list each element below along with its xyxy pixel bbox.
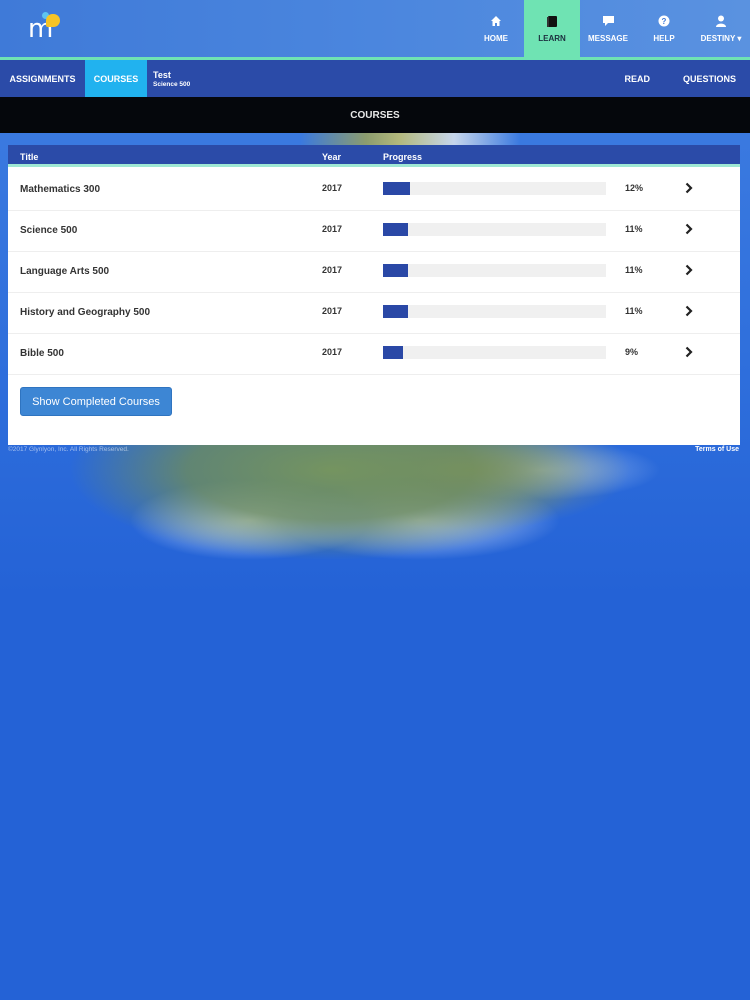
chevron-right-icon[interactable] [685, 263, 695, 277]
chevron-right-icon[interactable] [685, 345, 695, 359]
page-title: COURSES [350, 109, 400, 121]
nav-learn[interactable]: LEARN [524, 0, 580, 57]
chevron-right-icon[interactable] [685, 181, 695, 195]
column-header-year: Year [322, 152, 342, 162]
course-year: 2017 [322, 224, 343, 234]
nav-home[interactable]: HOME [468, 0, 524, 57]
terms-of-use-link[interactable]: Terms of Use [695, 446, 739, 453]
context-title: Test [153, 69, 171, 80]
tab-questions[interactable]: QUESTIONS [669, 60, 750, 97]
course-title: Language Arts 500 [20, 266, 110, 277]
nav-message[interactable]: MESSAGE [580, 0, 636, 57]
progress-percent: 11% [625, 265, 643, 275]
course-row[interactable]: Bible 500 2017 9% [8, 334, 740, 375]
progress-percent: 12% [625, 183, 644, 193]
book-icon [545, 14, 559, 28]
chat-bubble-icon [601, 14, 615, 28]
progress-fill [383, 264, 408, 277]
course-title: Science 500 [20, 225, 78, 236]
nav-user-label: DESTINY [700, 34, 736, 43]
courses-panel: Title Year Progress Mathematics 300 2017… [8, 145, 740, 445]
progress-fill [383, 182, 410, 195]
nav-user-label-wrap: DESTINY ▾ [701, 34, 742, 43]
course-row[interactable]: Mathematics 300 2017 12% [8, 170, 740, 211]
nav-home-label: HOME [484, 34, 508, 43]
course-year: 2017 [322, 347, 343, 357]
nav-help-label: HELP [653, 34, 675, 43]
progress-track [383, 182, 606, 195]
chevron-right-icon[interactable] [685, 222, 695, 236]
course-title: Mathematics 300 [20, 184, 101, 195]
chevron-right-icon[interactable] [685, 304, 695, 318]
progress-fill [383, 346, 404, 359]
course-title: Bible 500 [20, 348, 64, 359]
course-title: History and Geography 500 [20, 307, 151, 318]
course-year: 2017 [322, 183, 343, 193]
progress-track [383, 264, 606, 277]
course-list: Mathematics 300 2017 12% Science 500 201… [8, 170, 740, 375]
sub-nav-right: READ QUESTIONS [605, 60, 750, 97]
copyright-text: ©2017 Glynlyon, Inc. All Rights Reserved… [8, 446, 129, 453]
current-context: Test Science 500 [147, 60, 190, 97]
course-row[interactable]: Science 500 2017 11% [8, 211, 740, 252]
nav-user-menu[interactable]: DESTINY ▾ [692, 0, 750, 57]
tab-read[interactable]: READ [605, 60, 669, 97]
app-logo[interactable]: m [28, 12, 68, 42]
tab-assignments[interactable]: ASSIGNMENTS [0, 60, 85, 97]
course-row[interactable]: History and Geography 500 2017 11% [8, 293, 740, 334]
chevron-down-icon: ▾ [737, 34, 742, 43]
nav-message-label: MESSAGE [587, 34, 628, 43]
progress-percent: 11% [625, 306, 643, 316]
progress-fill [383, 223, 408, 236]
home-icon [489, 14, 503, 28]
course-year: 2017 [322, 265, 343, 275]
background-hero-peek [300, 133, 520, 145]
svg-text:?: ? [662, 17, 667, 26]
main-nav: HOME LEARN MESSAGE ? HELP DESTINY ▾ [468, 0, 750, 57]
progress-track [383, 346, 606, 359]
column-header-title: Title [20, 152, 39, 162]
tab-courses[interactable]: COURSES [85, 60, 147, 97]
course-row[interactable]: Language Arts 500 2017 11% [8, 252, 740, 293]
progress-track [383, 223, 606, 236]
progress-fill [383, 305, 408, 318]
context-subtitle: Science 500 [153, 80, 191, 88]
course-year: 2017 [322, 306, 343, 316]
question-circle-icon: ? [657, 14, 671, 28]
show-completed-courses-button[interactable]: Show Completed Courses [20, 387, 172, 416]
sub-nav: ASSIGNMENTS COURSES Test Science 500 REA… [0, 60, 750, 97]
progress-track [383, 305, 606, 318]
table-header: Title Year Progress [8, 145, 740, 167]
header-accent-line [0, 57, 750, 60]
nav-help[interactable]: ? HELP [636, 0, 692, 57]
page-title-bar: COURSES [0, 97, 750, 133]
progress-percent: 11% [625, 224, 643, 234]
logo-leaf-icon [46, 14, 60, 27]
column-header-progress: Progress [383, 152, 423, 162]
nav-learn-label: LEARN [538, 34, 566, 43]
progress-percent: 9% [625, 347, 639, 357]
top-header: m HOME LEARN MESSAGE ? HELP DESTINY ▾ [0, 0, 750, 58]
user-icon [714, 14, 728, 28]
